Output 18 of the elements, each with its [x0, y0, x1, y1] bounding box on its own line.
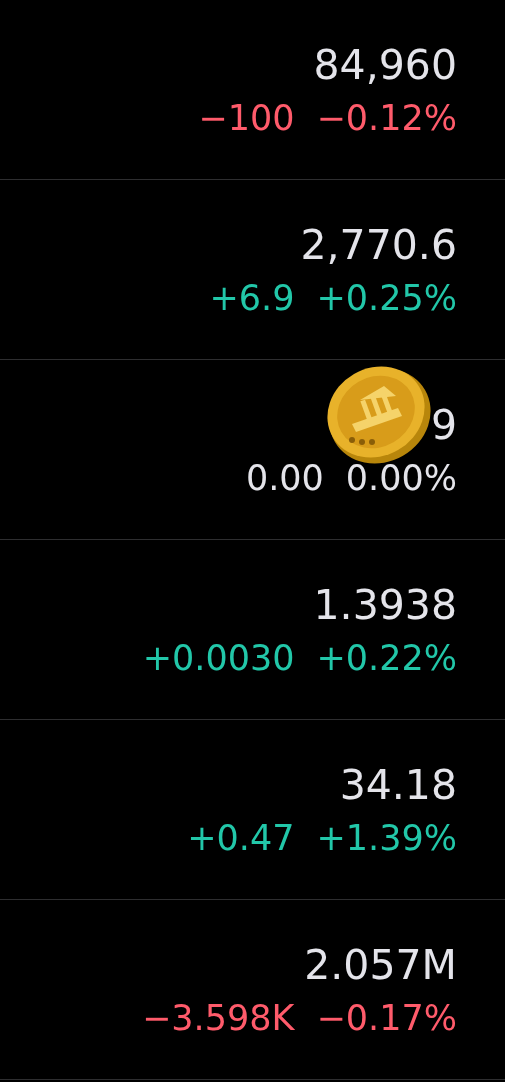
change-value: −100: [198, 96, 295, 140]
price-value: 84,960: [313, 39, 457, 90]
change-value: −3.598K: [142, 996, 295, 1040]
price-value: 34.18: [339, 759, 457, 810]
price-value: 1.3938: [313, 579, 457, 630]
change-value: +0.0030: [142, 636, 295, 680]
percent-change: 0.00%: [345, 456, 457, 500]
change-value: +0.47: [187, 816, 295, 860]
percent-change: +0.22%: [316, 636, 457, 680]
percent-change: −0.17%: [316, 996, 457, 1040]
percent-change: −0.12%: [316, 96, 457, 140]
price-value: 2.057M: [304, 939, 457, 990]
percent-change: +0.25%: [316, 276, 457, 320]
price-value: 9: [430, 399, 457, 450]
change-value: +6.9: [209, 276, 295, 320]
change-value: 0.00: [245, 456, 324, 500]
price-value: 2,770.6: [300, 219, 457, 270]
percent-change: +1.39%: [316, 816, 457, 860]
